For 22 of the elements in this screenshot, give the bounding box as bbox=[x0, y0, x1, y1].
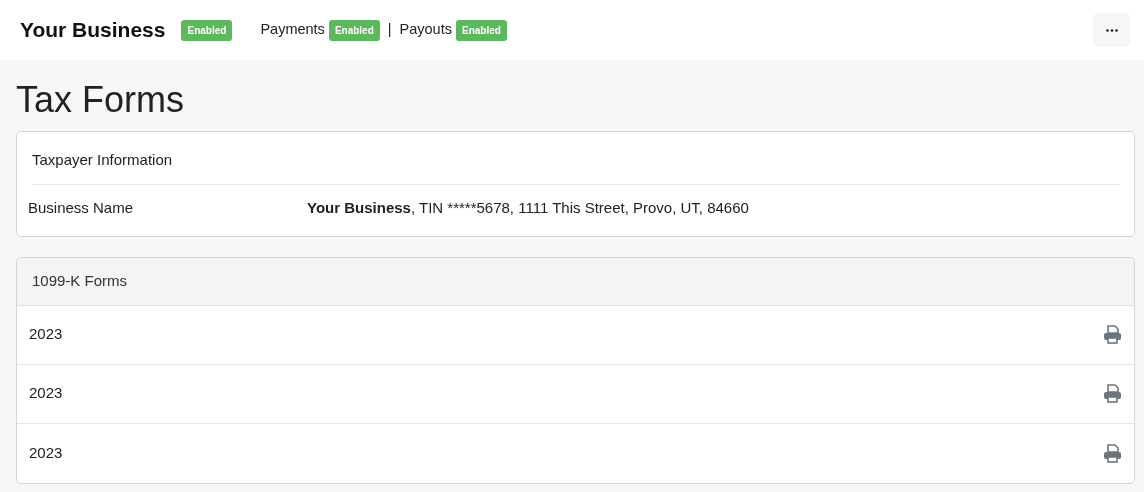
separator: | bbox=[387, 20, 392, 40]
card-title: Taxpayer Information bbox=[31, 150, 174, 171]
print-icon bbox=[1103, 384, 1122, 404]
page-title: Tax Forms bbox=[16, 78, 185, 122]
business-name: Your Business bbox=[20, 17, 166, 44]
status-badge: Enabled bbox=[455, 19, 507, 41]
print-button[interactable] bbox=[1103, 325, 1122, 345]
print-button[interactable] bbox=[1103, 384, 1122, 404]
print-icon bbox=[1103, 443, 1122, 463]
form-year: 2023 bbox=[29, 324, 63, 345]
status-badge: Enabled bbox=[181, 19, 233, 41]
print-icon bbox=[1103, 325, 1122, 345]
form-year: 2023 bbox=[29, 383, 63, 404]
print-button[interactable] bbox=[1103, 443, 1122, 463]
status-badge: Enabled bbox=[328, 19, 380, 41]
form-year: 2023 bbox=[29, 442, 63, 463]
field-value: Your Business, TIN *****5678, 1111 This Street, Provo, UT, 84660 bbox=[307, 197, 749, 218]
service-label: Payments bbox=[260, 20, 325, 40]
service-label: Payouts bbox=[399, 20, 452, 40]
more-icon bbox=[1105, 28, 1118, 32]
card-header: 1099-K Forms bbox=[17, 258, 1134, 306]
field-label: Business Name bbox=[28, 197, 135, 218]
